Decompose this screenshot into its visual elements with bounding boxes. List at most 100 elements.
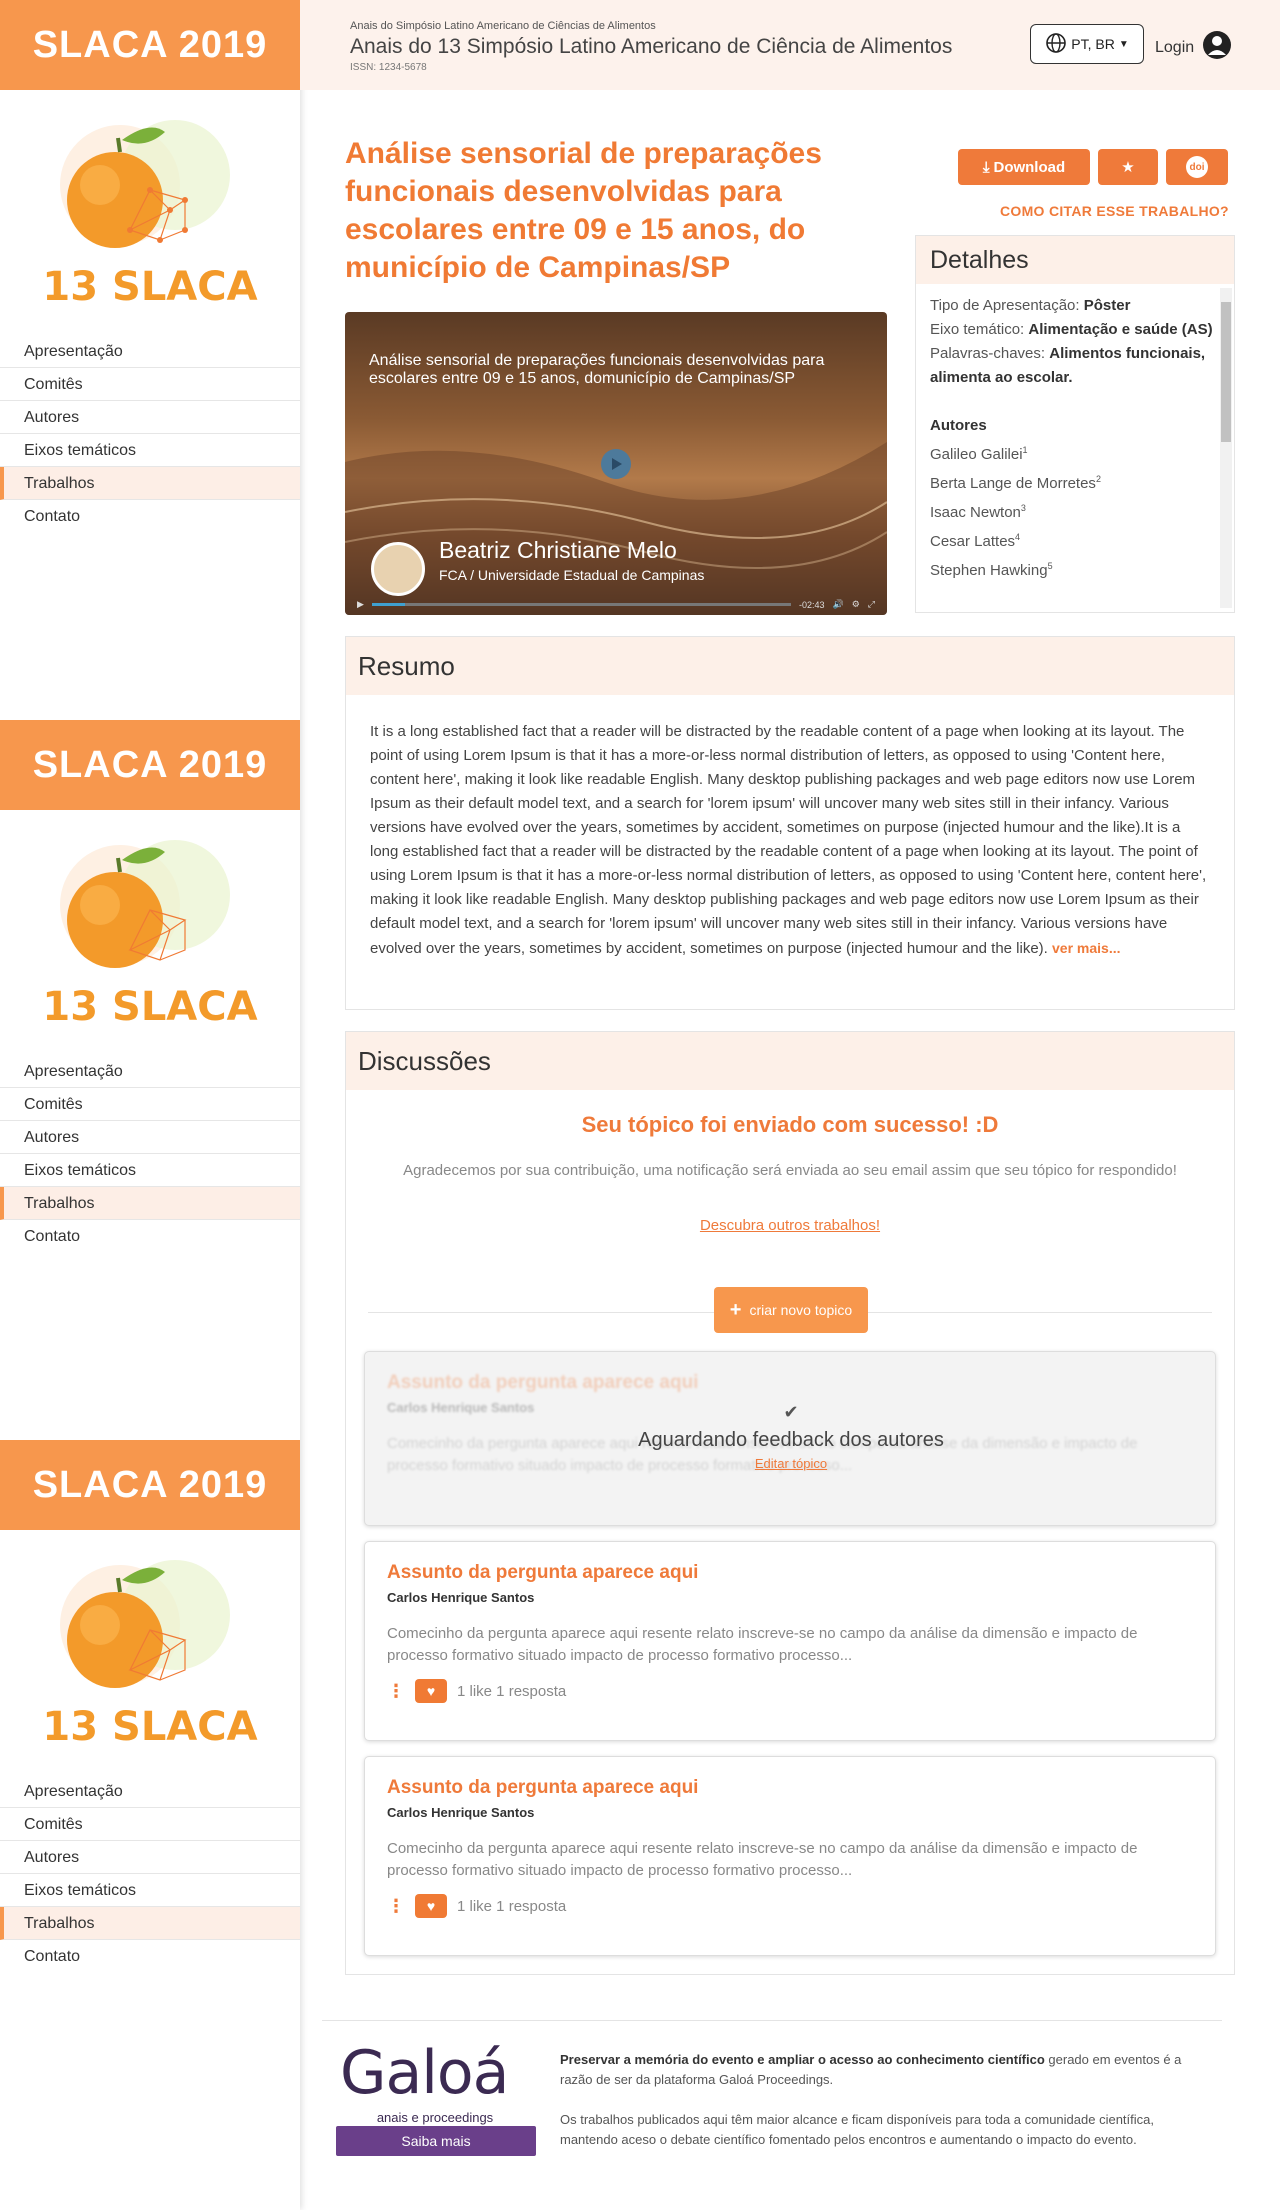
settings-icon[interactable]: ⚙ [852,599,860,610]
tipo-label: Tipo de Apresentação: [930,297,1080,314]
topic-stats: 1 like 1 resposta [457,1682,567,1700]
kebab-menu-icon[interactable]: ⋮ [387,1896,405,1917]
topic-footer: ⋮ ♥ 1 like 1 resposta [387,1894,1193,1918]
sidebar-block: SLACA 2019 13 SLACA Apresentação Comitês… [0,0,300,533]
double-check-icon: ✔ [783,1402,799,1422]
star-icon: ★ [1121,159,1135,176]
galoa-tagline: anais e proceedings [376,2110,494,2125]
sidebar-item-apresentacao[interactable]: Apresentação [0,1055,300,1088]
author-item[interactable]: Isaac Newton3 [930,496,1220,525]
language-selector[interactable]: PT, BR ▼ [1030,24,1144,64]
doi-button[interactable]: doi [1166,149,1228,185]
download-icon: ⤓ [982,158,990,176]
sidebar-item-autores[interactable]: Autores [0,1841,300,1874]
descubra-link[interactable]: Descubra outros trabalhos! [346,1217,1234,1234]
author-sup: 4 [1015,532,1021,542]
sidebar-item-contato[interactable]: Contato [0,1220,300,1253]
topic-card[interactable]: Assunto da pergunta aparece aqui Carlos … [364,1756,1216,1956]
play-small-icon[interactable]: ▶ [357,599,364,610]
fullscreen-icon[interactable]: ⤢ [868,599,875,610]
details-scrollbar[interactable] [1220,288,1232,608]
sidebar: SLACA 2019 13 SLACA Apresentação Comitês… [0,0,300,2210]
sidebar-item-trabalhos[interactable]: Trabalhos [0,1907,300,1940]
author-item[interactable]: Berta Lange de Morretes2 [930,467,1220,496]
video-player[interactable]: Análise sensorial de preparações funcion… [345,312,887,615]
sidebar-item-comites[interactable]: Comitês [0,1808,300,1841]
author-name: Galileo Galilei [930,446,1023,463]
cite-link[interactable]: COMO CITAR ESSE TRABALHO? [1000,203,1229,219]
scrollbar-thumb[interactable] [1221,302,1231,442]
video-progress-fill [371,603,406,606]
author-sup: 2 [1095,474,1101,484]
discussoes-heading: Discussões [346,1032,1234,1090]
download-button[interactable]: ⤓ Download [958,149,1090,185]
pending-topic-card: Assunto da pergunta aparece aqui Carlos … [364,1351,1216,1526]
login-button[interactable]: Login [1155,30,1232,65]
details-body: Tipo de Apresentação: Pôster Eixo temáti… [916,284,1234,612]
logo-text: 13 SLACA [42,1704,257,1750]
kebab-menu-icon[interactable]: ⋮ [387,1681,405,1702]
author-item[interactable]: Stephen Hawking5 [930,554,1220,583]
topic-title[interactable]: Assunto da pergunta aparece aqui [387,1562,1193,1584]
presenter-name: Beatriz Christiane Melo [439,537,677,563]
galoa-logo: Galoá [340,2038,509,2108]
sidebar-item-autores[interactable]: Autores [0,1121,300,1154]
video-progress[interactable] [371,603,791,606]
footer-text-1: Preservar a memória do evento e ampliar … [560,2050,1200,2090]
new-topic-label: criar novo topico [749,1302,853,1318]
eixo-label: Eixo temático: [930,321,1025,338]
sidebar-nav: Apresentação Comitês Autores Eixos temát… [0,335,300,533]
sidebar-item-contato[interactable]: Contato [0,1940,300,1973]
volume-icon[interactable]: 🔊 [833,599,844,610]
autores-heading: Autores [930,417,987,434]
footer-text-2: Os trabalhos publicados aqui têm maior a… [560,2112,1154,2147]
header-subtitle: Anais do Simpósio Latino Americano de Ci… [350,20,656,32]
resumo-heading: Resumo [346,637,1234,695]
pending-overlay: ✔ Aguardando feedback dos autores Editar… [365,1402,1217,1471]
sidebar-item-eixos[interactable]: Eixos temáticos [0,1874,300,1907]
sidebar-item-apresentacao[interactable]: Apresentação [0,1775,300,1808]
topic-title[interactable]: Assunto da pergunta aparece aqui [387,1777,1193,1799]
sidebar-item-eixos[interactable]: Eixos temáticos [0,1154,300,1187]
play-icon[interactable] [601,449,631,479]
sidebar-item-comites[interactable]: Comitês [0,1088,300,1121]
topic-stats: 1 like 1 resposta [457,1897,567,1915]
like-button[interactable]: ♥ [415,1679,447,1703]
new-topic-button[interactable]: + criar novo topico [714,1287,868,1333]
topic-card[interactable]: Assunto da pergunta aparece aqui Carlos … [364,1541,1216,1741]
presenter-institution: FCA / Universidade Estadual de Campinas [439,567,705,583]
sidebar-item-trabalhos[interactable]: Trabalhos [0,1187,300,1220]
topic-text: Comecinho da pergunta aparece aqui resen… [387,1840,1138,1879]
palavras-label: Palavras-chaves: [930,345,1046,362]
login-label: Login [1155,38,1195,56]
sidebar-item-comites[interactable]: Comitês [0,368,300,401]
sidebar-item-apresentacao[interactable]: Apresentação [0,335,300,368]
author-item[interactable]: Cesar Lattes4 [930,525,1220,554]
sidebar-item-eixos[interactable]: Eixos temáticos [0,434,300,467]
sidebar-brand: SLACA 2019 [0,720,300,810]
edit-topic-link[interactable]: Editar tópico [365,1456,1217,1471]
language-label: PT, BR [1071,36,1115,52]
sidebar-item-trabalhos[interactable]: Trabalhos [0,467,300,500]
sidebar-item-autores[interactable]: Autores [0,401,300,434]
favorite-button[interactable]: ★ [1098,149,1158,185]
author-sup: 3 [1020,503,1026,513]
video-time: -02:43 [798,599,825,610]
event-logo: 13 SLACA [0,810,300,1050]
topic-title: Assunto da pergunta aparece aqui [387,1372,699,1393]
doi-icon: doi [1186,156,1208,178]
discussoes-panel: Discussões Seu tópico foi enviado com su… [345,1031,1235,1975]
header-title[interactable]: Anais do 13 Simpósio Latino Americano de… [350,35,952,59]
like-button[interactable]: ♥ [415,1894,447,1918]
plus-icon: + [729,1298,742,1321]
logo-text: 13 SLACA [42,264,257,310]
sidebar-nav: Apresentação Comitês Autores Eixos temát… [0,1055,300,1253]
paper-title: Análise sensorial de preparações funcion… [345,137,822,284]
eixo-value: Alimentação e saúde (AS) [1028,321,1213,338]
saiba-mais-button[interactable]: Saiba mais [336,2126,536,2156]
author-name: Stephen Hawking [930,562,1048,579]
sidebar-block: SLACA 2019 13 SLACA Apresentação Comitês… [0,1440,300,1973]
sidebar-item-contato[interactable]: Contato [0,500,300,533]
author-item[interactable]: Galileo Galilei1 [930,438,1220,467]
ver-mais-link[interactable]: ver mais... [1052,940,1121,956]
